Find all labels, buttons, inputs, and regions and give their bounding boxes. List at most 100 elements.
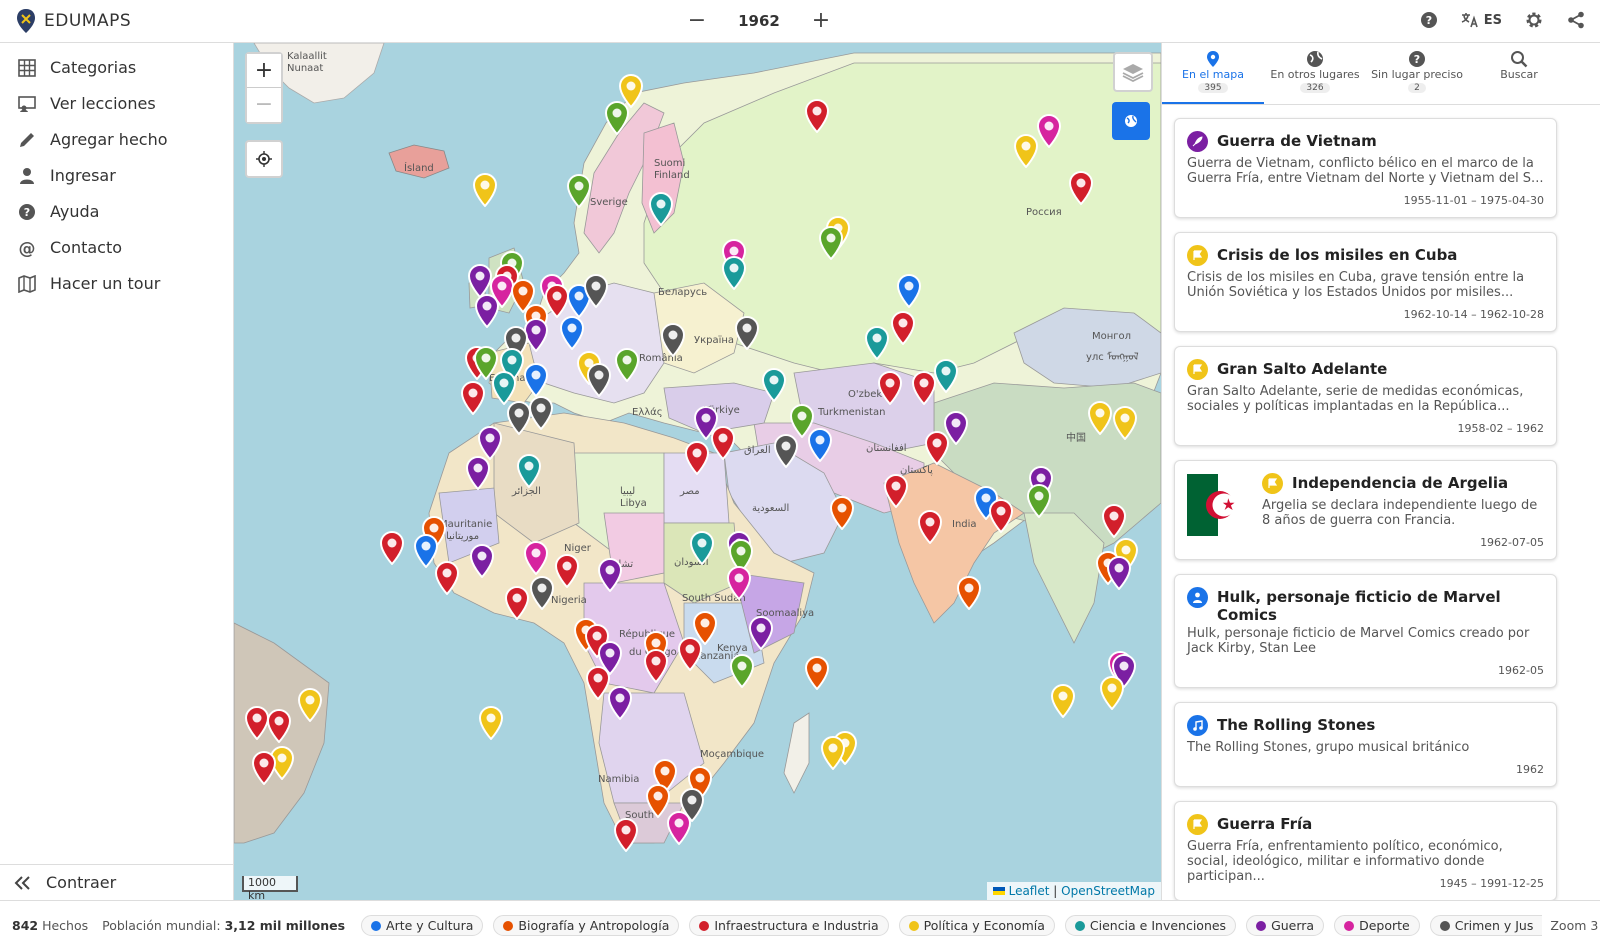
year-value[interactable]: 1962: [714, 12, 804, 30]
event-card[interactable]: Gran Salto Adelante Gran Salto Adelante,…: [1174, 346, 1557, 446]
event-marker-pin[interactable]: [614, 348, 640, 382]
event-marker-pin[interactable]: [890, 311, 916, 345]
zoom-out-button[interactable]: −: [247, 88, 281, 122]
event-marker-pin[interactable]: [660, 323, 686, 357]
event-marker-pin[interactable]: [877, 371, 903, 405]
event-marker-pin[interactable]: [804, 656, 830, 690]
collapse-button[interactable]: Contraer: [0, 864, 234, 900]
event-marker-pin[interactable]: [469, 544, 495, 578]
event-marker-pin[interactable]: [472, 173, 498, 207]
sidebar-item-categorias[interactable]: Categorias: [18, 58, 136, 77]
category-chip-deporte[interactable]: Deporte: [1334, 915, 1420, 936]
event-marker-pin[interactable]: [864, 326, 890, 360]
event-marker-pin[interactable]: [1099, 676, 1125, 710]
event-card[interactable]: Independencia de Argelia Argelia se decl…: [1174, 460, 1557, 560]
event-marker-pin[interactable]: [734, 316, 760, 350]
help-icon[interactable]: ?: [1419, 9, 1439, 31]
event-marker-pin[interactable]: [607, 686, 633, 720]
tab-en-el-mapa[interactable]: En el mapa 395: [1162, 43, 1264, 104]
event-marker-pin[interactable]: [529, 576, 555, 610]
category-chip-arte[interactable]: Arte y Cultura: [361, 915, 484, 936]
globe-toggle-button[interactable]: [1112, 102, 1150, 140]
event-marker-pin[interactable]: [689, 531, 715, 565]
event-marker-pin[interactable]: [604, 101, 630, 135]
event-marker-pin[interactable]: [266, 709, 292, 743]
osm-link[interactable]: OpenStreetMap: [1061, 884, 1155, 898]
event-marker-pin[interactable]: [956, 576, 982, 610]
event-marker-pin[interactable]: [883, 474, 909, 508]
tab-sin-lugar-preciso[interactable]: ? Sin lugar preciso 2: [1366, 43, 1468, 104]
share-icon[interactable]: [1566, 9, 1586, 31]
event-marker-pin[interactable]: [1101, 504, 1127, 538]
event-marker-pin[interactable]: [465, 456, 491, 490]
event-marker-pin[interactable]: [528, 396, 554, 430]
category-chip-biografia[interactable]: Biografía y Antropología: [493, 915, 680, 936]
settings-icon[interactable]: [1524, 9, 1544, 31]
event-marker-pin[interactable]: [677, 637, 703, 671]
event-marker-pin[interactable]: [761, 368, 787, 402]
event-marker-pin[interactable]: [729, 654, 755, 688]
event-marker-pin[interactable]: [917, 510, 943, 544]
event-marker-pin[interactable]: [773, 434, 799, 468]
event-marker-pin[interactable]: [477, 426, 503, 460]
sidebar-item-agregar-hecho[interactable]: Agregar hecho: [18, 130, 168, 149]
event-marker-pin[interactable]: [297, 688, 323, 722]
event-marker-pin[interactable]: [710, 426, 736, 460]
event-marker-pin[interactable]: [726, 566, 752, 600]
category-chip-politica[interactable]: Política y Economía: [898, 915, 1055, 936]
map-view[interactable]: Kalaallit Nunaat Ísland Sverige Suomi Finland…: [234, 43, 1161, 900]
sidebar-item-contacto[interactable]: @ Contacto: [18, 238, 123, 257]
layers-button[interactable]: [1113, 52, 1153, 92]
event-marker-pin[interactable]: [807, 428, 833, 462]
event-marker-pin[interactable]: [251, 751, 277, 785]
event-marker-pin[interactable]: [1036, 114, 1062, 148]
year-increment-button[interactable]: +: [804, 6, 838, 36]
event-marker-pin[interactable]: [491, 371, 517, 405]
event-marker-pin[interactable]: [804, 99, 830, 133]
event-marker-pin[interactable]: [554, 554, 580, 588]
event-marker-pin[interactable]: [820, 736, 846, 770]
event-marker-pin[interactable]: [1068, 171, 1094, 205]
event-marker-pin[interactable]: [583, 274, 609, 308]
event-marker-pin[interactable]: [523, 363, 549, 397]
event-marker-pin[interactable]: [1087, 401, 1113, 435]
category-chip-infraestructura[interactable]: Infraestructura e Industria: [689, 915, 889, 936]
event-card[interactable]: Crisis de los misiles en Cuba Crisis de …: [1174, 232, 1557, 332]
event-marker-pin[interactable]: [818, 226, 844, 260]
event-marker-pin[interactable]: [829, 496, 855, 530]
event-marker-pin[interactable]: [648, 192, 674, 226]
event-marker-pin[interactable]: [460, 381, 486, 415]
event-marker-pin[interactable]: [748, 616, 774, 650]
zoom-in-button[interactable]: +: [247, 54, 281, 88]
event-marker-pin[interactable]: [566, 174, 592, 208]
event-marker-pin[interactable]: [597, 558, 623, 592]
locate-button[interactable]: [245, 140, 283, 178]
event-card[interactable]: Guerra de Vietnam Guerra de Vietnam, con…: [1174, 118, 1557, 218]
event-marker-pin[interactable]: [684, 441, 710, 475]
event-marker-pin[interactable]: [721, 256, 747, 290]
event-marker-pin[interactable]: [613, 818, 639, 852]
event-marker-pin[interactable]: [1112, 406, 1138, 440]
event-marker-pin[interactable]: [1013, 134, 1039, 168]
tab-buscar[interactable]: Buscar: [1468, 43, 1570, 104]
event-card[interactable]: The Rolling Stones The Rolling Stones, g…: [1174, 702, 1557, 787]
event-marker-pin[interactable]: [1106, 556, 1132, 590]
category-chip-crimen[interactable]: Crimen y Jus: [1429, 915, 1543, 936]
sidebar-item-ingresar[interactable]: Ingresar: [18, 166, 116, 185]
event-marker-pin[interactable]: [478, 706, 504, 740]
event-marker-pin[interactable]: [504, 586, 530, 620]
tab-en-otros-lugares[interactable]: En otros lugares 326: [1264, 43, 1366, 104]
event-marker-pin[interactable]: [474, 294, 500, 328]
logo[interactable]: EDUMAPS: [16, 8, 131, 34]
category-chip-ciencia[interactable]: Ciencia e Invenciones: [1064, 915, 1237, 936]
sidebar-item-hacer-un-tour[interactable]: Hacer un tour: [18, 274, 160, 293]
event-marker-pin[interactable]: [1026, 484, 1052, 518]
category-chip-guerra[interactable]: Guerra: [1246, 915, 1325, 936]
event-marker-pin[interactable]: [516, 454, 542, 488]
event-marker-pin[interactable]: [643, 649, 669, 683]
event-marker-pin[interactable]: [988, 499, 1014, 533]
language-selector[interactable]: ES: [1461, 12, 1502, 28]
event-marker-pin[interactable]: [586, 363, 612, 397]
event-marker-pin[interactable]: [434, 561, 460, 595]
sidebar-item-ayuda[interactable]: ? Ayuda: [18, 202, 99, 221]
